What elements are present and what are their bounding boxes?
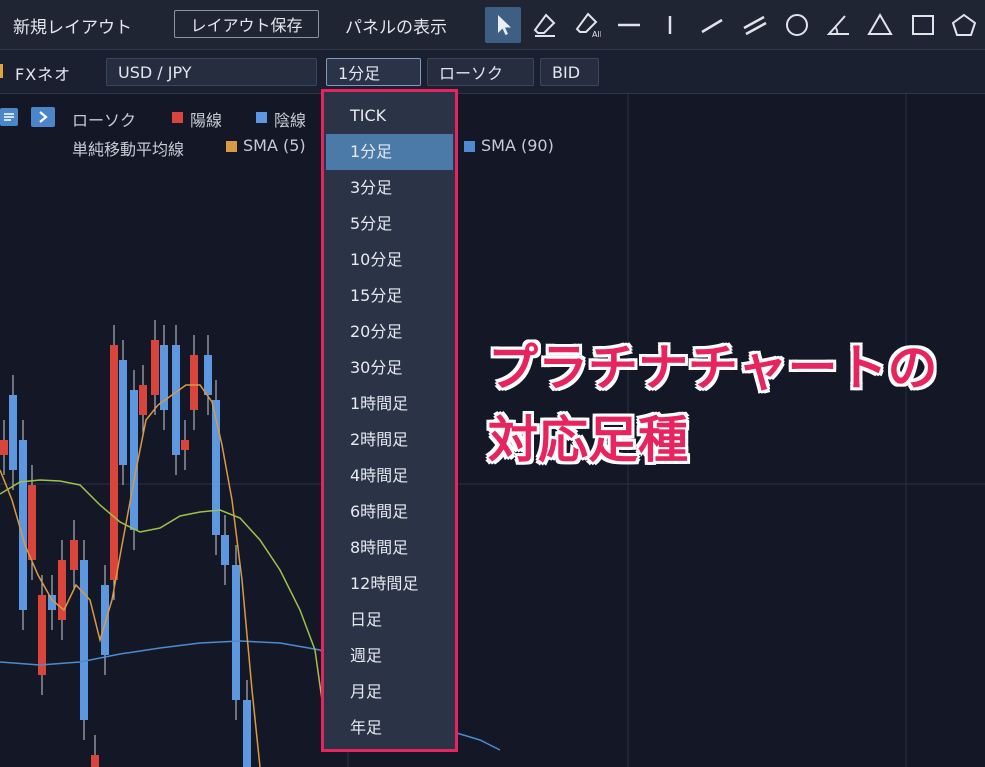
provider-label: FXネオ <box>15 65 72 84</box>
pentagon-icon[interactable] <box>946 7 982 43</box>
price-type-select[interactable]: BID <box>540 58 599 86</box>
candle-body <box>38 595 46 675</box>
legend-sma90-swatch <box>464 141 475 152</box>
candlestick-series <box>0 320 251 767</box>
candle-body <box>101 585 109 655</box>
candle-body <box>19 440 27 610</box>
timeframe-option[interactable]: 月足 <box>324 674 455 710</box>
candle-body <box>91 755 99 767</box>
svg-text:All: All <box>592 30 601 38</box>
candle-body <box>181 440 189 450</box>
annotation-line-2: 対応足種 <box>488 411 688 469</box>
candle-body <box>110 345 118 580</box>
timeframe-option[interactable]: TICK <box>324 98 455 134</box>
candle-body <box>9 395 17 470</box>
legend-sma5-label: SMA (5) <box>243 136 306 155</box>
candle-body <box>172 345 180 455</box>
timeframe-option[interactable]: 1分足 <box>326 134 453 170</box>
timeframe-option[interactable]: 1時間足 <box>324 386 455 422</box>
timeframe-option[interactable]: 年足 <box>324 710 455 746</box>
candle-body <box>130 390 138 530</box>
candle-body <box>204 355 212 395</box>
timeframe-option[interactable]: 6時間足 <box>324 494 455 530</box>
trend-line-icon[interactable] <box>694 7 730 43</box>
timeframe-select[interactable]: 1分足 <box>326 58 421 86</box>
candle-body <box>190 355 198 410</box>
candle-body <box>58 560 66 620</box>
timeframe-option[interactable]: 10分足 <box>324 242 455 278</box>
timeframe-option[interactable]: 日足 <box>324 602 455 638</box>
provider-marker <box>0 64 3 78</box>
comment-icon[interactable] <box>0 108 18 126</box>
panel-display-button[interactable]: パネルの表示 <box>345 13 447 38</box>
eraser-icon[interactable] <box>527 7 563 43</box>
candle-body <box>243 700 251 767</box>
legend-sma5-swatch <box>226 141 237 152</box>
legend-sma-group: 単純移動平均線 <box>72 140 185 159</box>
legend-up-swatch <box>172 112 183 123</box>
cursor-icon[interactable] <box>485 7 521 43</box>
legend-down-swatch <box>256 112 267 123</box>
timeframe-option[interactable]: 15分足 <box>324 278 455 314</box>
legend-candle-label: ローソク <box>72 111 137 130</box>
candle-body <box>70 540 78 570</box>
candle-body <box>232 565 240 700</box>
circle-icon[interactable] <box>779 7 815 43</box>
timeframe-option[interactable]: 2時間足 <box>324 422 455 458</box>
horizontal-line-icon[interactable] <box>611 7 647 43</box>
timeframe-option[interactable]: 8時間足 <box>324 530 455 566</box>
timeframe-option[interactable]: 5分足 <box>324 206 455 242</box>
angle-icon[interactable] <box>820 7 856 43</box>
save-layout-button[interactable]: レイアウト保存 <box>174 10 319 38</box>
timeframe-option[interactable]: 週足 <box>324 638 455 674</box>
timeframe-option[interactable]: 4時間足 <box>324 458 455 494</box>
legend-sma90-label: SMA (90) <box>481 136 554 155</box>
timeframe-option[interactable]: 3分足 <box>324 170 455 206</box>
triangle-icon[interactable] <box>862 7 898 43</box>
candle-body <box>119 360 127 465</box>
chart-type-select[interactable]: ローソク <box>427 58 534 86</box>
timeframe-dropdown: TICK 1分足 3分足 5分足 10分足 15分足 20分足 30分足 1時間足 2時間足 4時間… <box>321 89 458 752</box>
top-toolbar: 新規レイアウト レイアウト保存 パネルの表示 All <box>0 0 985 50</box>
annotation-line-1: プラチナチャートの <box>488 339 938 397</box>
candle-body <box>80 560 88 720</box>
rectangle-icon[interactable] <box>905 7 941 43</box>
timeframe-option[interactable]: 30分足 <box>324 350 455 386</box>
candle-body <box>139 385 147 415</box>
parallel-lines-icon[interactable] <box>737 7 773 43</box>
expand-legend-icon[interactable] <box>31 107 55 127</box>
candle-body <box>151 340 159 395</box>
candle-body <box>0 440 8 455</box>
legend-up-label: 陽線 <box>190 111 223 130</box>
vertical-line-icon[interactable] <box>652 7 688 43</box>
timeframe-option[interactable]: 12時間足 <box>324 566 455 602</box>
legend-down-label: 陰線 <box>274 111 307 130</box>
timeframe-option[interactable]: 20分足 <box>324 314 455 350</box>
sma-25-line <box>0 479 323 701</box>
candle-body <box>28 485 36 560</box>
symbol-select[interactable]: USD / JPY <box>106 58 317 86</box>
layout-title[interactable]: 新規レイアウト <box>13 13 132 38</box>
candle-body <box>221 535 229 565</box>
eraser-all-icon[interactable]: All <box>570 7 606 43</box>
